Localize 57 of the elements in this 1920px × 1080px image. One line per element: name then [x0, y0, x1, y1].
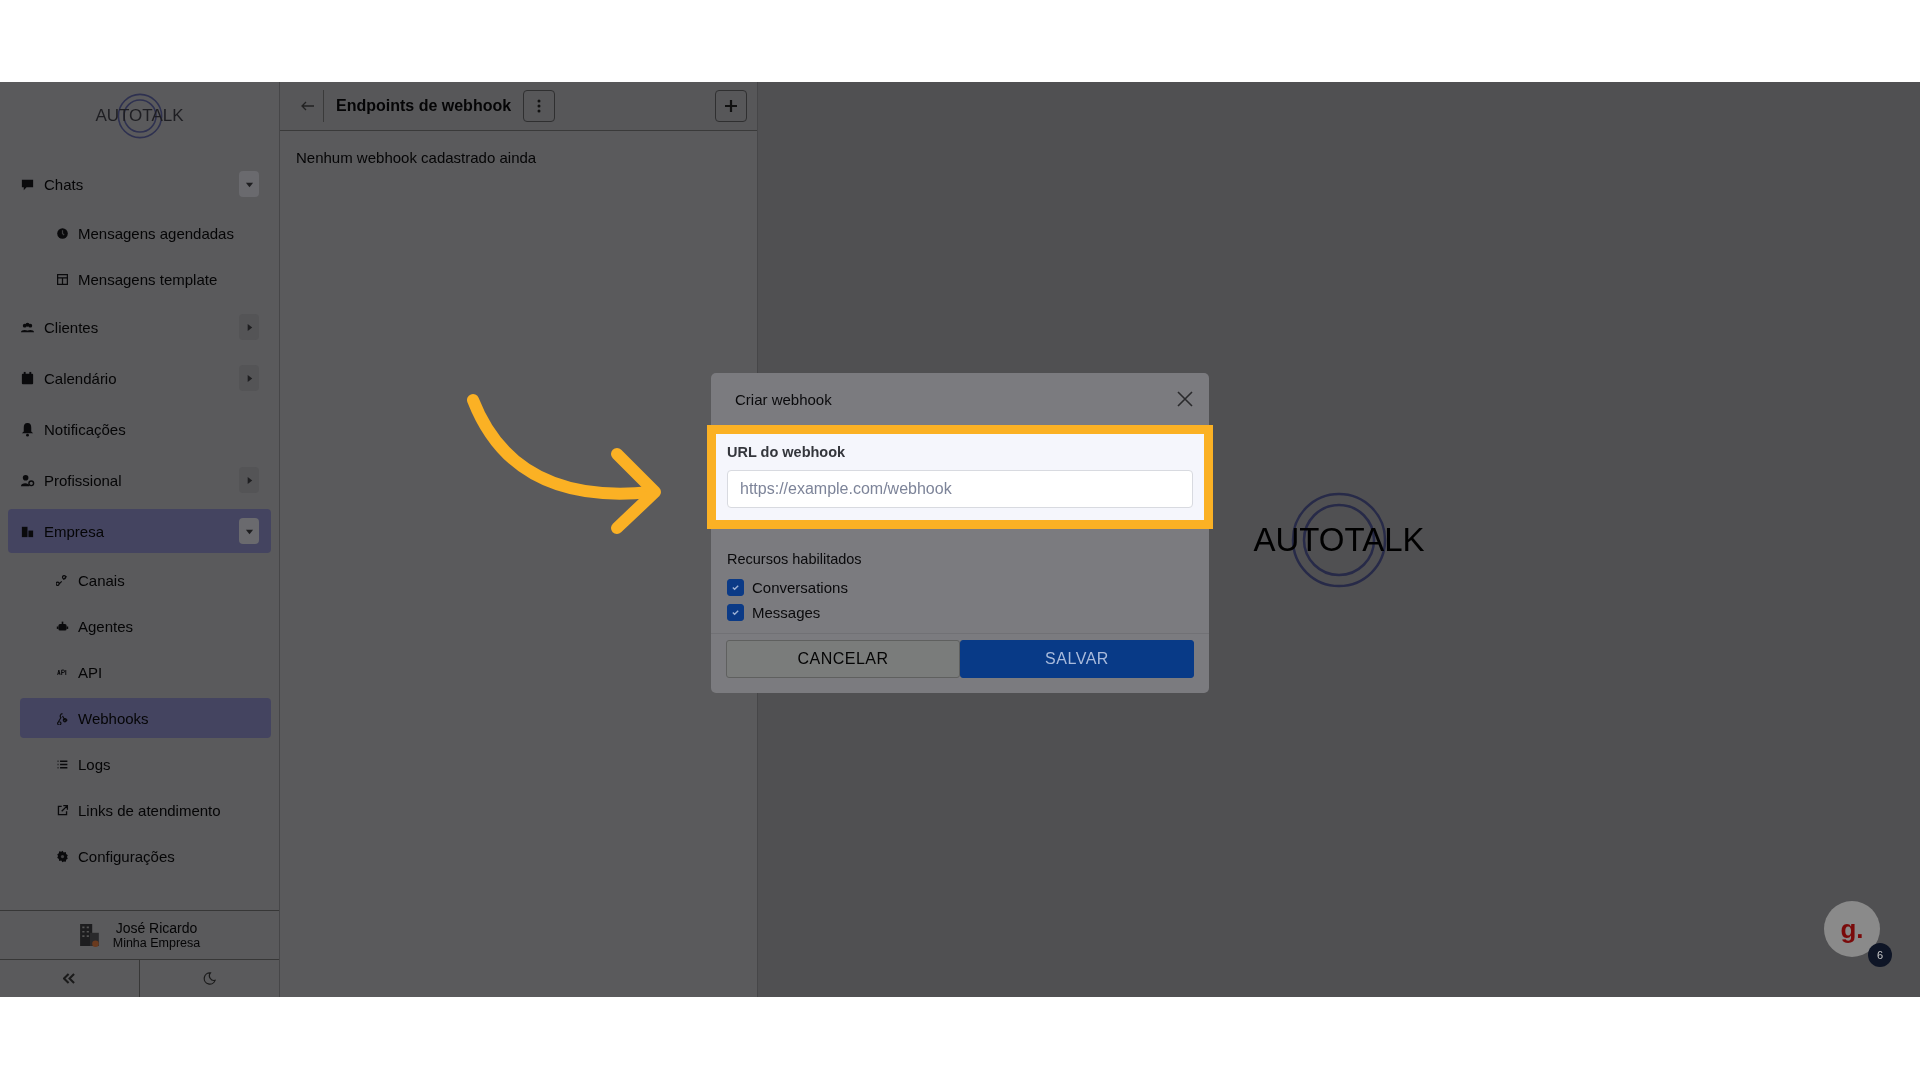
menu-icon — [56, 272, 69, 286]
moon-icon — [202, 972, 216, 985]
check-icon — [731, 583, 740, 592]
section-label: Recursos habilitados — [727, 551, 863, 567]
logo: AUTOTALK — [79, 90, 200, 142]
sidebar-subitem[interactable]: Logs — [20, 744, 271, 784]
caret-button[interactable] — [239, 467, 259, 493]
menu-icon — [20, 421, 35, 437]
menu-icon — [20, 370, 35, 386]
sidebar-subitem[interactable]: Webhooks — [20, 698, 271, 738]
building-icon — [78, 921, 101, 949]
company-name: Minha Empresa — [112, 936, 201, 950]
sidebar-item[interactable]: Profissional — [8, 458, 271, 502]
menu-icon — [56, 849, 69, 863]
caret-button[interactable] — [239, 518, 259, 544]
sidebar-subitem[interactable]: Links de atendimento — [20, 790, 271, 830]
caret-button[interactable] — [239, 365, 259, 391]
add-button[interactable] — [715, 90, 747, 122]
close-icon — [1177, 391, 1193, 407]
menu-icon — [56, 803, 69, 817]
sidebar-subitem[interactable]: Agentes — [20, 606, 271, 646]
back-arrow-icon — [300, 101, 315, 111]
sidebar-item[interactable]: Notificações — [8, 407, 271, 451]
field-label: URL do webhook — [727, 444, 847, 460]
sidebar-subitem[interactable]: Mensagens template — [20, 259, 271, 299]
sidebar-item[interactable]: Empresa — [8, 509, 271, 553]
sidebar-subitem[interactable]: Mensagens agendadas — [20, 213, 271, 253]
sidebar-subitem[interactable]: Configurações — [20, 836, 271, 876]
user-name: José Ricardo — [115, 920, 198, 936]
sidebar-item[interactable]: Clientes — [8, 305, 271, 349]
menu-icon — [20, 472, 35, 488]
more-button[interactable] — [523, 90, 556, 122]
caret-button[interactable] — [239, 171, 259, 197]
menu-icon — [56, 711, 69, 725]
checkbox-label: Conversations — [752, 579, 848, 596]
checkbox[interactable] — [727, 579, 744, 596]
menu-icon — [56, 226, 69, 240]
save-button[interactable]: SALVAR — [960, 640, 1194, 678]
check-icon — [731, 608, 740, 617]
checkbox[interactable] — [727, 604, 744, 621]
plus-icon — [724, 99, 738, 113]
count-badge: 6 — [1868, 943, 1892, 967]
url-input[interactable]: https://example.com/webhook — [727, 470, 1193, 508]
dialog-title: Criar webhook — [735, 390, 832, 408]
empty-message: Nenhum webhook cadastrado ainda — [296, 149, 538, 166]
cancel-button[interactable]: CANCELAR — [726, 640, 960, 678]
menu-icon — [56, 619, 69, 633]
double-chevron-icon — [62, 973, 76, 984]
menu-icon — [56, 573, 69, 587]
panel-title: Endpoints de webhook — [336, 97, 512, 115]
sidebar-subitem[interactable]: Canais — [20, 560, 271, 600]
more-icon — [537, 99, 542, 113]
checkbox-label: Messages — [752, 604, 821, 621]
sidebar-item[interactable]: Chats — [8, 162, 271, 206]
sidebar-item[interactable]: Calendário — [8, 356, 271, 400]
sidebar-subitem[interactable]: API — [20, 652, 271, 692]
caret-button[interactable] — [239, 314, 259, 340]
